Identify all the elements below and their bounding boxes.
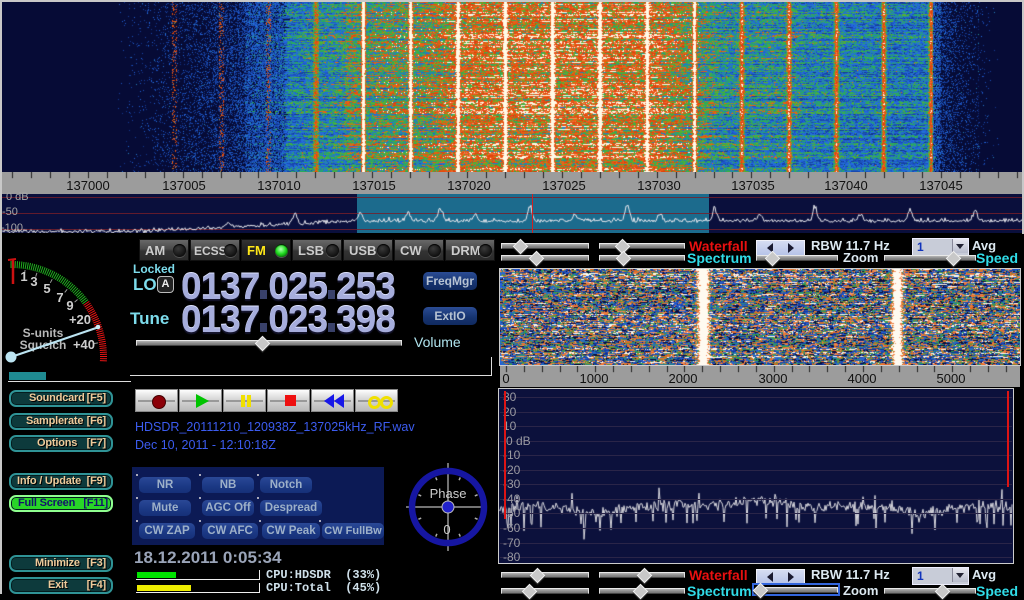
svg-text:0: 0 xyxy=(443,522,450,537)
svg-text:7: 7 xyxy=(56,290,63,305)
svg-text:5: 5 xyxy=(43,281,50,296)
svg-text:3: 3 xyxy=(30,274,37,289)
svg-text:+20: +20 xyxy=(69,312,91,327)
svg-text:1: 1 xyxy=(20,269,27,284)
svg-text:+40: +40 xyxy=(73,337,95,352)
svg-text:Phase: Phase xyxy=(430,486,467,501)
svg-text:9: 9 xyxy=(66,298,73,313)
